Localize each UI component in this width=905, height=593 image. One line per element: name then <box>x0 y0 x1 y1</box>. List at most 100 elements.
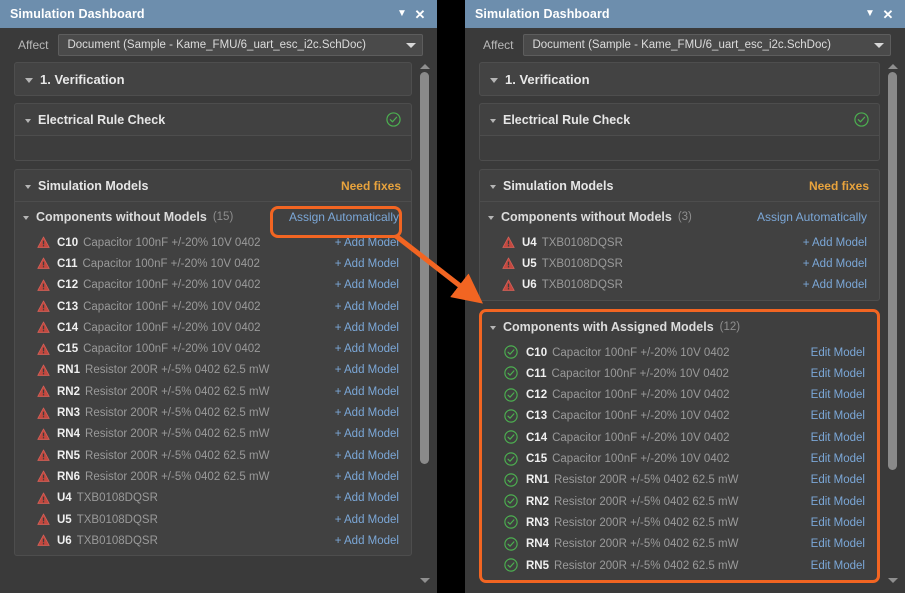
row-action-link[interactable]: + Add Model <box>335 450 399 462</box>
table-row[interactable]: RN6 Resistor 200R +/-5% 0402 62.5 mW + Add… <box>15 466 411 487</box>
table-row[interactable]: RN3 Resistor 200R +/-5% 0402 62.5 mW + Add… <box>15 402 411 423</box>
table-row[interactable]: RN5 Resistor 200R +/-5% 0402 62.5 mW + Add… <box>15 445 411 466</box>
row-action-link[interactable]: + Add Model <box>335 428 399 440</box>
table-row[interactable]: RN2 Resistor 200R +/-5% 0402 62.5 mW Edit … <box>482 491 877 512</box>
table-row[interactable]: RN1 Resistor 200R +/-5% 0402 62.5 mW + Add… <box>15 360 411 381</box>
affect-dropdown[interactable]: Document (Sample - Kame_FMU/6_uart_esc_i… <box>523 34 891 56</box>
row-action-link[interactable]: Edit Model <box>811 410 865 422</box>
table-row[interactable]: RN1 Resistor 200R +/-5% 0402 62.5 mW Edit … <box>482 470 877 491</box>
erc-header-left[interactable]: Electrical Rule Check <box>15 104 411 136</box>
row-action-link[interactable]: + Add Model <box>335 237 399 249</box>
component-designator: C10 <box>57 236 79 249</box>
table-row[interactable]: C15 Capacitor 100nF +/-20% 10V 0402 Edit M… <box>482 448 877 469</box>
vertical-scrollbar-right[interactable] <box>884 62 901 585</box>
row-action-link[interactable]: Edit Model <box>811 496 865 508</box>
row-action-link[interactable]: + Add Model <box>335 535 399 547</box>
erc-header-right[interactable]: Electrical Rule Check <box>480 104 879 136</box>
scrollbar-track[interactable] <box>884 72 901 575</box>
row-action-link[interactable]: + Add Model <box>335 492 399 504</box>
close-icon[interactable]: ✕ <box>411 5 429 23</box>
table-row[interactable]: C11 Capacitor 100nF +/-20% 10V 0402 + Add … <box>15 253 411 274</box>
verification-header-left[interactable]: 1. Verification <box>15 63 411 95</box>
component-description: Resistor 200R +/-5% 0402 62.5 mW <box>554 474 739 487</box>
table-row[interactable]: RN4 Resistor 200R +/-5% 0402 62.5 mW + Add… <box>15 424 411 445</box>
content-column-left: 1. Verification Electrical Rule Check Si… <box>0 62 416 585</box>
affect-dropdown[interactable]: Document (Sample - Kame_FMU/6_uart_esc_i… <box>58 34 423 56</box>
row-action-link[interactable]: + Add Model <box>335 386 399 398</box>
table-row[interactable]: RN3 Resistor 200R +/-5% 0402 62.5 mW Edit … <box>482 512 877 533</box>
row-action-link[interactable]: + Add Model <box>803 279 867 291</box>
scroll-up-arrow-icon[interactable] <box>419 64 430 69</box>
scroll-down-arrow-icon[interactable] <box>887 578 898 583</box>
table-row[interactable]: RN2 Resistor 200R +/-5% 0402 62.5 mW + Add… <box>15 381 411 402</box>
scrollbar-thumb[interactable] <box>420 72 429 465</box>
row-action-link[interactable]: + Add Model <box>335 301 399 313</box>
collapse-triangle-icon <box>488 216 494 220</box>
row-action-link[interactable]: + Add Model <box>335 514 399 526</box>
simulation-models-header-right[interactable]: Simulation Models Need fixes <box>480 170 879 202</box>
assign-automatically-button[interactable]: Assign Automatically <box>289 210 399 224</box>
table-row[interactable]: U5 TXB0108DQSR + Add Model <box>15 509 411 530</box>
table-row[interactable]: RN5 Resistor 200R +/-5% 0402 62.5 mW Edit … <box>482 555 877 576</box>
chevron-down-icon[interactable]: ▼ <box>393 5 411 23</box>
simulation-models-header-left[interactable]: Simulation Models Need fixes <box>15 170 411 202</box>
scroll-up-arrow-icon[interactable] <box>887 64 898 69</box>
table-row[interactable]: C12 Capacitor 100nF +/-20% 10V 0402 Edit M… <box>482 384 877 405</box>
row-action-link[interactable]: + Add Model <box>335 471 399 483</box>
row-action-link[interactable]: Edit Model <box>811 453 865 465</box>
row-action-link[interactable]: Edit Model <box>811 538 865 550</box>
verification-title: 1. Verification <box>40 71 125 87</box>
component-designator: U6 <box>57 534 72 547</box>
component-designator: RN3 <box>57 407 81 420</box>
table-row[interactable]: U4 TXB0108DQSR + Add Model <box>480 232 879 253</box>
collapse-triangle-icon <box>23 216 29 220</box>
components-without-models-header-left[interactable]: Components without Models (15) Assign Au… <box>15 202 411 232</box>
titlebar-right: Simulation Dashboard ▼ ✕ <box>465 0 905 28</box>
row-action-link[interactable]: + Add Model <box>335 258 399 270</box>
row-action-link[interactable]: + Add Model <box>335 343 399 355</box>
row-action-link[interactable]: + Add Model <box>335 407 399 419</box>
row-action-link[interactable]: + Add Model <box>335 364 399 376</box>
row-action-link[interactable]: + Add Model <box>335 322 399 334</box>
verification-header-right[interactable]: 1. Verification <box>480 63 879 95</box>
table-row[interactable]: C15 Capacitor 100nF +/-20% 10V 0402 + Add … <box>15 338 411 359</box>
close-icon[interactable]: ✕ <box>879 5 897 23</box>
erc-title: Electrical Rule Check <box>38 112 166 127</box>
row-action-link[interactable]: Edit Model <box>811 432 865 444</box>
chevron-down-icon[interactable]: ▼ <box>861 5 879 23</box>
row-action-link[interactable]: + Add Model <box>803 237 867 249</box>
table-row[interactable]: C10 Capacitor 100nF +/-20% 10V 0402 Edit M… <box>482 342 877 363</box>
components-without-models-header-right[interactable]: Components without Models (3) Assign Aut… <box>480 202 879 232</box>
row-action-link[interactable]: + Add Model <box>335 279 399 291</box>
assign-automatically-button[interactable]: Assign Automatically <box>757 210 867 224</box>
table-row[interactable]: C14 Capacitor 100nF +/-20% 10V 0402 Edit M… <box>482 427 877 448</box>
table-row[interactable]: U6 TXB0108DQSR + Add Model <box>15 530 411 551</box>
row-action-link[interactable]: Edit Model <box>811 389 865 401</box>
components-with-assigned-models-header[interactable]: Components with Assigned Models (12) <box>482 312 877 342</box>
row-action-link[interactable]: Edit Model <box>811 560 865 572</box>
row-action-link[interactable]: Edit Model <box>811 474 865 486</box>
component-description: Capacitor 100nF +/-20% 10V 0402 <box>83 321 261 334</box>
row-action-link[interactable]: Edit Model <box>811 517 865 529</box>
row-action-link[interactable]: + Add Model <box>803 258 867 270</box>
warning-triangle-icon <box>502 236 515 249</box>
table-row[interactable]: RN4 Resistor 200R +/-5% 0402 62.5 mW Edit … <box>482 534 877 555</box>
check-circle-icon <box>504 451 519 467</box>
scroll-down-arrow-icon[interactable] <box>419 578 430 583</box>
table-row[interactable]: C14 Capacitor 100nF +/-20% 10V 0402 + Add … <box>15 317 411 338</box>
component-description: Capacitor 100nF +/-20% 10V 0402 <box>552 346 730 359</box>
component-description: Resistor 200R +/-5% 0402 62.5 mW <box>85 428 270 441</box>
scrollbar-track[interactable] <box>416 72 433 575</box>
vertical-scrollbar-left[interactable] <box>416 62 433 585</box>
table-row[interactable]: C13 Capacitor 100nF +/-20% 10V 0402 + Add … <box>15 296 411 317</box>
table-row[interactable]: C10 Capacitor 100nF +/-20% 10V 0402 + Add … <box>15 232 411 253</box>
table-row[interactable]: U4 TXB0108DQSR + Add Model <box>15 488 411 509</box>
scrollbar-thumb[interactable] <box>888 72 897 470</box>
table-row[interactable]: U5 TXB0108DQSR + Add Model <box>480 253 879 274</box>
table-row[interactable]: C11 Capacitor 100nF +/-20% 10V 0402 Edit M… <box>482 363 877 384</box>
table-row[interactable]: C13 Capacitor 100nF +/-20% 10V 0402 Edit M… <box>482 406 877 427</box>
row-action-link[interactable]: Edit Model <box>811 368 865 380</box>
row-action-link[interactable]: Edit Model <box>811 347 865 359</box>
table-row[interactable]: U6 TXB0108DQSR + Add Model <box>480 275 879 296</box>
table-row[interactable]: C12 Capacitor 100nF +/-20% 10V 0402 + Add … <box>15 275 411 296</box>
